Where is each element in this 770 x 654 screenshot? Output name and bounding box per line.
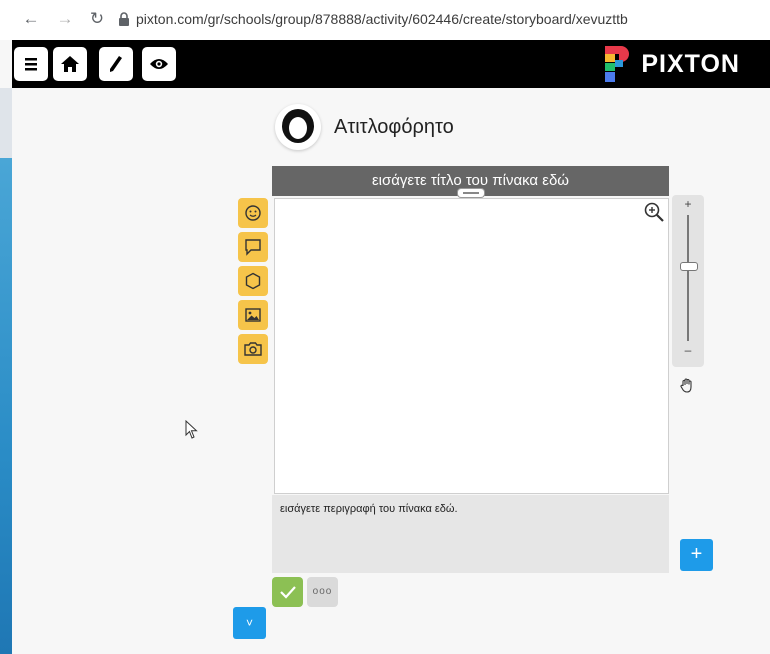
prop-button[interactable] xyxy=(238,266,268,296)
speech-bubble-icon xyxy=(245,239,261,256)
pan-hand-icon[interactable] xyxy=(679,377,695,393)
panel-description-placeholder: εισάγετε περιγραφή του πίνακα εδώ. xyxy=(280,503,458,515)
left-background-strip xyxy=(0,158,12,654)
checkmark-icon xyxy=(279,586,296,599)
logo-text: PIXTON xyxy=(641,49,740,78)
add-panel-button[interactable]: + xyxy=(680,539,713,571)
more-options-button[interactable]: ooo xyxy=(307,577,338,607)
lock-icon xyxy=(119,12,129,26)
zoom-track xyxy=(687,215,689,341)
pixton-logo[interactable]: PIXTON xyxy=(603,45,740,83)
camera-icon xyxy=(244,342,262,356)
image-icon xyxy=(245,308,261,322)
avatar-silhouette-icon xyxy=(282,109,314,143)
home-button[interactable] xyxy=(53,47,87,81)
reload-icon[interactable]: ↻ xyxy=(86,8,108,30)
eye-icon xyxy=(150,59,168,69)
confirm-button[interactable] xyxy=(272,577,303,607)
url-text: pixton.com/gr/schools/group/878888/activ… xyxy=(136,11,628,27)
forward-icon[interactable]: → xyxy=(54,8,76,30)
browser-address-bar: ← → ↻ pixton.com/gr/schools/group/878888… xyxy=(0,0,770,40)
menu-icon xyxy=(25,58,37,71)
mouse-pointer-icon xyxy=(185,420,198,439)
pixton-logo-icon xyxy=(605,46,630,82)
character-button[interactable] xyxy=(238,198,268,228)
zoom-slider[interactable]: + – xyxy=(672,195,704,367)
edit-button[interactable] xyxy=(99,47,133,81)
zoom-minus-label[interactable]: – xyxy=(672,343,704,357)
preview-button[interactable] xyxy=(142,47,176,81)
prop-icon xyxy=(245,272,261,290)
app-toolbar: PIXTON xyxy=(12,40,770,88)
pencil-icon xyxy=(110,56,122,72)
camera-button[interactable] xyxy=(238,334,268,364)
speech-bubble-button[interactable] xyxy=(238,232,268,262)
resize-handle[interactable] xyxy=(458,189,484,197)
image-button[interactable] xyxy=(238,300,268,330)
character-icon xyxy=(245,205,261,221)
left-edge-strip xyxy=(0,88,12,158)
zoom-in-icon[interactable] xyxy=(643,201,665,223)
panel-description-field[interactable]: εισάγετε περιγραφή του πίνακα εδώ. xyxy=(272,495,669,573)
back-icon[interactable]: ← xyxy=(20,8,42,30)
panel-canvas[interactable] xyxy=(274,198,669,494)
zoom-thumb[interactable] xyxy=(680,262,698,272)
avatar[interactable] xyxy=(275,104,321,150)
url-field[interactable]: pixton.com/gr/schools/group/878888/activ… xyxy=(118,8,628,30)
zoom-plus-label[interactable]: + xyxy=(672,197,704,211)
comic-title[interactable]: Ατιτλοφόρητο xyxy=(334,116,454,139)
home-icon xyxy=(61,56,79,72)
collapse-button[interactable]: ˅ xyxy=(233,607,266,639)
menu-button[interactable] xyxy=(14,47,48,81)
